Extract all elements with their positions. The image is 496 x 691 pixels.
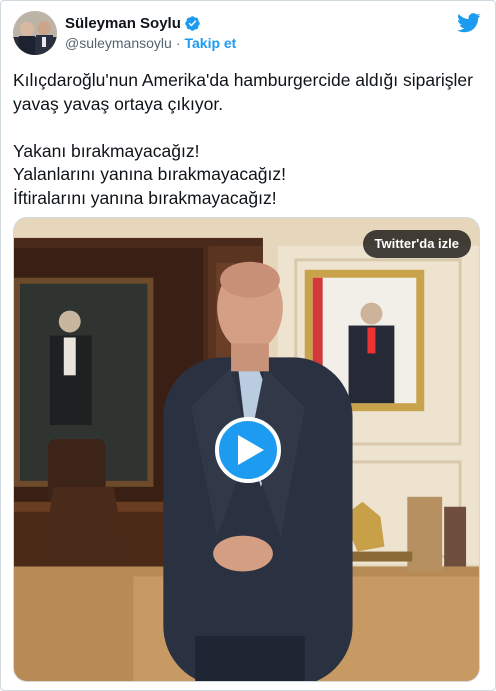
tweet-header: Süleyman Soylu @suleymansoylu · Takip et <box>13 11 485 55</box>
avatar[interactable] <box>13 11 57 55</box>
handle-row: @suleymansoylu · Takip et <box>65 35 236 51</box>
tweet-text: Kılıçdaroğlu'nun Amerika'da hamburgercid… <box>13 70 473 208</box>
author-info: Süleyman Soylu @suleymansoylu · Takip et <box>65 13 236 52</box>
handle[interactable]: @suleymansoylu <box>65 35 172 51</box>
follow-button[interactable]: Takip et <box>184 35 236 51</box>
play-icon <box>238 435 264 465</box>
twitter-bird-icon[interactable] <box>457 13 481 33</box>
name-row: Süleyman Soylu <box>65 13 236 33</box>
verified-badge-icon <box>185 15 200 31</box>
display-name[interactable]: Süleyman Soylu <box>65 15 181 32</box>
separator-dot: · <box>175 35 181 51</box>
play-button[interactable] <box>215 417 281 483</box>
tweet-card: Süleyman Soylu @suleymansoylu · Takip et… <box>0 0 496 691</box>
watch-on-twitter-button[interactable]: Twitter'da izle <box>362 230 471 258</box>
video-player[interactable]: Twitter'da izle <box>13 217 480 682</box>
